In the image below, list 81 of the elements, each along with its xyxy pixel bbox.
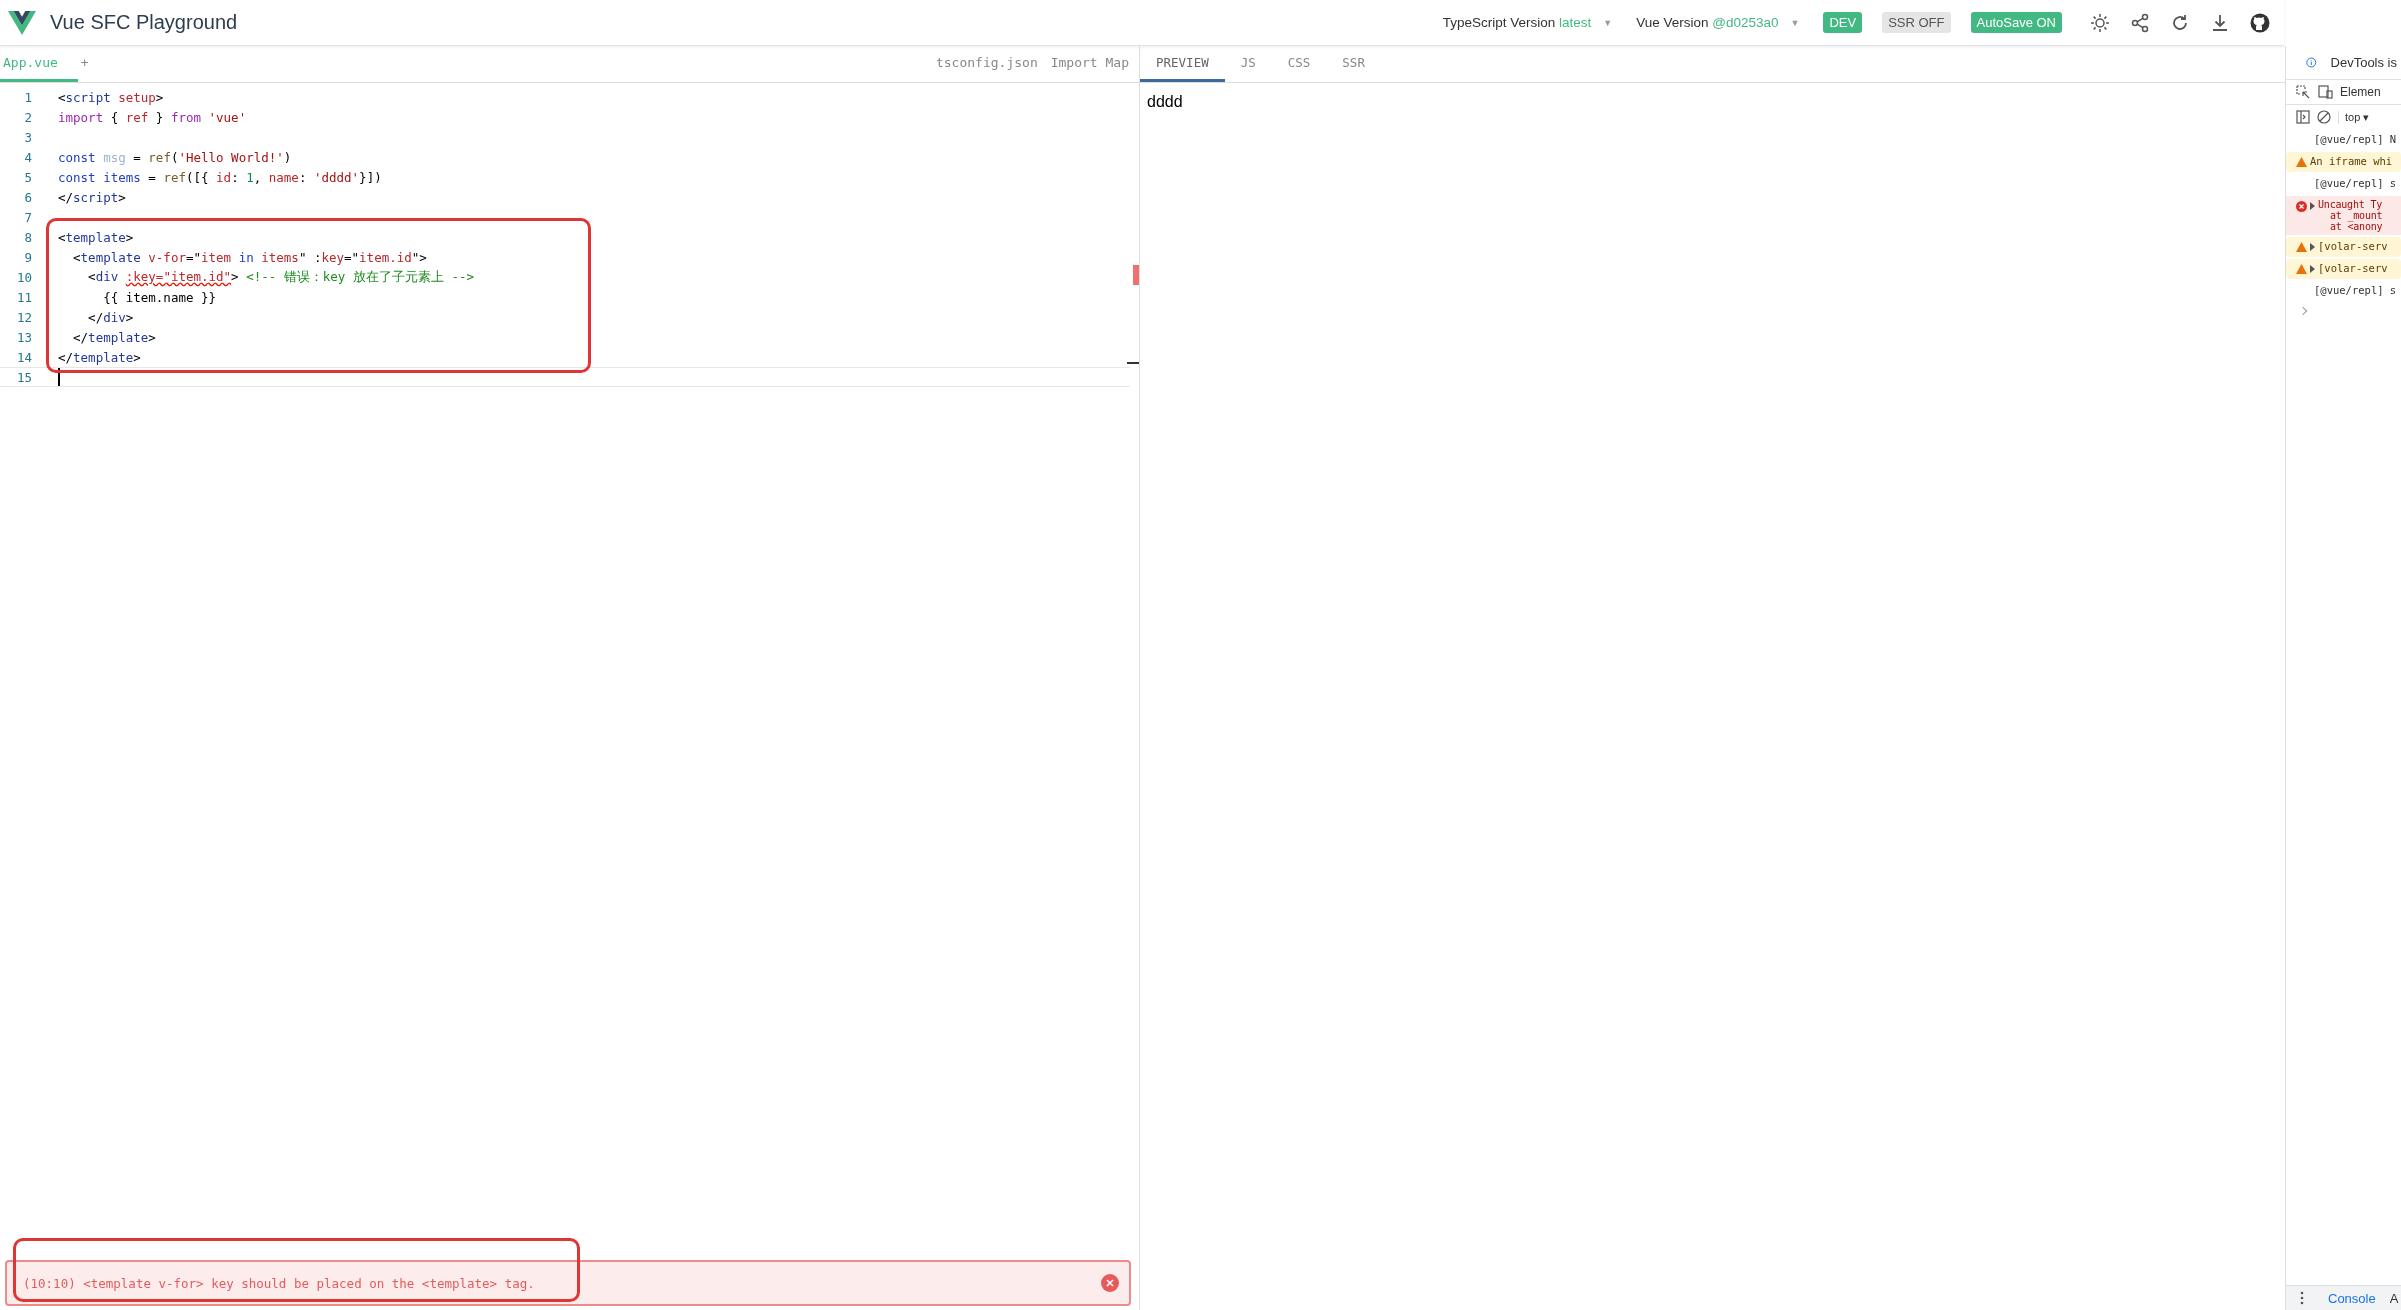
file-tab[interactable]: App.vue [0,46,78,82]
console-message: at <anony [2329,221,2383,232]
error-icon [2296,201,2307,212]
line-number: 7 [23,209,32,225]
inspect-icon[interactable] [2296,85,2310,99]
caret-icon: ▼ [1790,17,1800,28]
line-number: 13 [15,329,32,345]
toggle-button[interactable]: AutoSave ON [1970,12,2062,33]
elements-tab[interactable]: Elemen [2340,85,2381,99]
file-tab[interactable]: + [77,46,99,82]
line-number: 12 [15,309,32,325]
console-message: [@vue/repl] s [2314,177,2397,189]
warning-icon [2296,242,2307,252]
code-line: {{ item.name }} [102,289,217,305]
expand-icon[interactable] [2310,202,2315,210]
toggle-button[interactable]: SSR OFF [1882,12,1951,33]
code-line: import { ref } from 'vue' [58,109,247,125]
code-line: </div> [87,309,134,325]
console-message: at _mount [2330,210,2383,221]
cursor-marker [1127,362,1139,364]
expand-icon[interactable] [2310,243,2315,251]
code-line: </script> [58,189,126,205]
console-message: [volar-serv [2318,240,2388,252]
line-number: 11 [15,289,32,305]
console-message: Uncaught Ty [2318,199,2383,210]
typescript-version-select[interactable]: TypeScript Version latest [1442,15,1592,30]
output-tab[interactable]: JS [1224,46,1272,82]
warning-icon [2296,157,2307,167]
share-icon[interactable] [2130,12,2150,33]
line-number: 5 [23,169,32,185]
line-number: 4 [23,149,32,165]
vue-version-select[interactable]: Vue Version @d0253a0 [1636,15,1779,30]
close-icon[interactable] [1101,1274,1119,1292]
logo-icon [8,10,36,35]
code-line: <template v-for="item in items" :key="item.id"> [72,249,427,265]
theme-toggle-icon[interactable] [2090,12,2110,33]
line-number: 8 [23,229,32,245]
expand-icon[interactable] [2310,265,2315,273]
preview-text: dddd [1147,93,1183,110]
code-line: <script setup> [58,89,164,105]
reload-icon[interactable] [2170,12,2190,33]
clear-icon[interactable] [2317,110,2331,124]
line-number: 3 [23,129,32,145]
output-tab[interactable]: SSR [1326,46,1381,82]
drawer-tab[interactable]: A [2389,1290,2399,1306]
drawer-tab[interactable]: Console [2328,1290,2376,1306]
line-number: 14 [15,349,32,365]
more-icon[interactable] [2300,1291,2304,1305]
error-marker [1133,265,1139,285]
sidebar-icon[interactable] [2296,110,2310,124]
line-number: 9 [23,249,32,265]
line-number: 2 [23,109,32,125]
console-message: [@vue/repl] s [2314,284,2397,296]
device-icon[interactable] [2317,85,2333,99]
line-number: 15 [15,369,32,385]
line-number: 6 [23,189,32,205]
caret-icon: ▼ [1603,17,1613,28]
context-select[interactable]: top ▾ [2338,110,2370,124]
devtools-notice: DevTools is [2330,55,2397,70]
code-line: </template> [72,329,156,345]
console-message: [volar-serv [2318,262,2388,274]
output-tab[interactable]: PREVIEW [1140,46,1225,82]
code-line: </template> [58,349,141,365]
file-tab[interactable]: tsconfig.json [932,46,1048,82]
app-title: Vue SFC Playground [50,11,238,34]
warning-icon [2296,264,2307,274]
line-number: 10 [15,269,32,285]
console-message: An iframe whi [2310,155,2393,167]
console-message: [@vue/repl] N [2314,133,2397,145]
file-tab[interactable]: Import Map [1047,46,1139,82]
code-line: const msg = ref('Hello World!') [58,149,292,165]
line-number: 1 [23,89,32,105]
code-line: <div :key="item.id"> <!-- 错误：key 放在了子元素上 --> [87,268,474,286]
info-icon [2306,56,2317,69]
error-message: (10:10) <template v-for> key should be placed on the <template> tag. [23,1275,535,1291]
github-icon[interactable] [2250,12,2270,33]
download-icon[interactable] [2210,12,2230,33]
output-tab[interactable]: CSS [1271,46,1327,82]
code-line: const items = ref([{ id: 1, name: 'dddd'}]) [58,169,382,185]
toggle-button[interactable]: DEV [1823,12,1863,33]
code-line: <template> [58,229,134,245]
